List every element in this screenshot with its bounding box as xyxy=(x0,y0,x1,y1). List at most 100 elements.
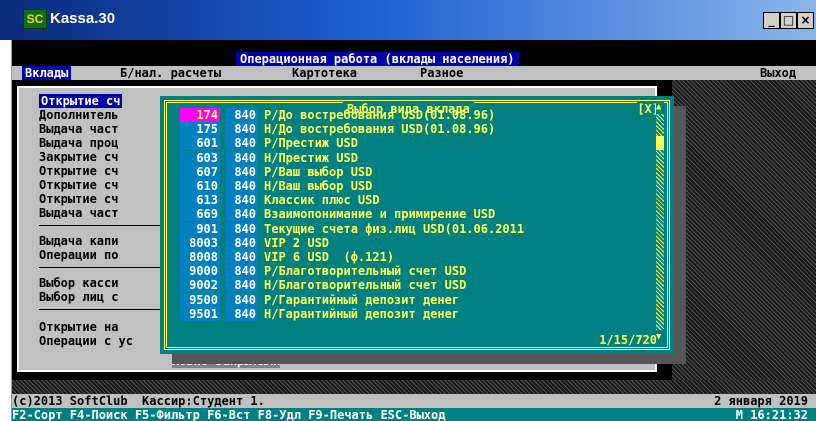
scroll-track[interactable] xyxy=(656,114,664,330)
currency-code: 840 xyxy=(226,108,258,122)
menu-item-close-account[interactable]: Закрытие сч xyxy=(39,150,118,164)
deposit-code: 610 xyxy=(180,179,220,193)
app-icon: SC xyxy=(23,9,47,29)
deposit-type-row[interactable]: 607 840 Р/Ваш выбор USD xyxy=(180,164,373,179)
window-left-edge xyxy=(0,40,12,421)
close-button[interactable]: × xyxy=(797,12,814,29)
menu-vklady[interactable]: Вклады xyxy=(22,66,72,80)
menu-item-additional[interactable]: Дополнитель xyxy=(39,108,118,122)
currency-code: 840 xyxy=(226,179,258,193)
deposit-name: Взаимопонимание и примирение USD xyxy=(264,207,496,222)
console-screen: Операционная работа (вклады населения) В… xyxy=(12,40,816,421)
deposit-code: 613 xyxy=(180,193,220,208)
dialog-scrollbar[interactable]: ▲ ▼ xyxy=(656,102,664,342)
deposit-code: 669 xyxy=(180,207,220,222)
menu-exit[interactable]: Выход xyxy=(760,66,796,80)
window-title: Kassa.30 xyxy=(50,10,116,27)
scroll-down-icon[interactable]: ▼ xyxy=(656,332,661,342)
menu-item-open-account-3[interactable]: Открытие сч xyxy=(39,178,118,192)
currency-code: 840 xyxy=(226,235,258,250)
scroll-up-icon[interactable]: ▲ xyxy=(656,102,661,112)
deposit-type-row[interactable]: 613 840 Классик плюс USD xyxy=(180,193,380,208)
menu-item-open-account[interactable]: Открытие сч xyxy=(39,94,123,108)
currency-code: 840 xyxy=(226,292,258,307)
deposit-name: Текущие счета физ.лиц USD(01.06.2011 xyxy=(264,221,525,236)
maximize-button[interactable]: □ xyxy=(780,12,797,29)
hotkey-bar: F2-Сорт F4-Поиск F5-Фильтр F6-Вст F8-Удл… xyxy=(12,408,816,421)
currency-code: 840 xyxy=(226,193,258,208)
menu-item-partial-withdraw[interactable]: Выдача част xyxy=(39,122,118,136)
currency-code: 840 xyxy=(226,278,258,293)
deposit-code: 601 xyxy=(180,136,220,151)
menu-item-partial-withdraw-2[interactable]: Выдача част xyxy=(39,206,118,220)
currency-code: 840 xyxy=(226,150,258,165)
deposit-type-row[interactable]: 175 840 Н/До востребования USD(01.08.96) xyxy=(180,122,496,137)
deposit-name: Р/До востребования USD(01.08.96) xyxy=(264,108,496,122)
deposit-type-row[interactable]: 901 840 Текущие счета физ.лиц USD(01.06.20… xyxy=(180,221,525,236)
deposit-code: 603 xyxy=(180,150,220,165)
menu-item-open-account-2[interactable]: Открытие сч xyxy=(39,164,118,178)
menu-item-open-on[interactable]: Открытие на xyxy=(39,320,118,334)
deposit-type-row[interactable]: 9000 840 Р/Благотворительный счет USD xyxy=(180,264,466,279)
deposit-name: Классик плюс USD xyxy=(264,193,380,208)
window-titlebar[interactable]: SC Kassa.30 _ □ × xyxy=(0,0,816,40)
menu-item-interest-withdraw[interactable]: Выдача проц xyxy=(39,136,118,150)
menu-item-open-account-4[interactable]: Открытие сч xyxy=(39,192,118,206)
status-bar: (c)2013 SoftClub Кассир:Студент 1. 2 янв… xyxy=(12,394,816,408)
deposit-code: 175 xyxy=(180,122,220,137)
copyright-cashier: (c)2013 SoftClub Кассир:Студент 1. xyxy=(12,394,265,408)
currency-code: 840 xyxy=(226,164,258,179)
deposit-name: VIP 6 USD (ф.121) xyxy=(264,250,395,264)
deposit-name: Н/До востребования USD(01.08.96) xyxy=(264,122,496,137)
record-counter: 1/15/720 xyxy=(597,333,659,347)
deposit-code: 9501 xyxy=(180,306,220,321)
deposit-code: 9002 xyxy=(180,278,220,293)
deposit-code: 8003 xyxy=(180,235,220,250)
currency-code: 840 xyxy=(226,221,258,236)
deposit-code: 8008 xyxy=(180,250,220,264)
deposit-type-row[interactable]: 8008 840 VIP 6 USD (ф.121) xyxy=(180,250,394,264)
screen-banner: Операционная работа (вклады населения) xyxy=(236,52,519,66)
menu-item-capital-withdraw[interactable]: Выдача капи xyxy=(39,234,118,248)
menu-kartoteka[interactable]: Картотека xyxy=(292,66,357,80)
deposit-type-row[interactable]: 603 840 Н/Престиж USD xyxy=(180,150,358,165)
deposit-code: 174 xyxy=(180,108,220,122)
minimize-button[interactable]: _ xyxy=(763,12,780,29)
current-date: 2 января 2019 xyxy=(714,394,808,408)
deposit-name: Н/Ваш выбор USD xyxy=(264,179,373,193)
deposit-type-row[interactable]: 669 840 Взаимопонимание и примирение USD xyxy=(180,207,496,222)
currency-code: 840 xyxy=(226,122,258,137)
deposit-code: 901 xyxy=(180,221,220,236)
deposit-code: 9500 xyxy=(180,292,220,307)
menu-raznoe[interactable]: Разное xyxy=(420,66,463,80)
deposit-name: VIP 2 USD xyxy=(264,235,330,250)
deposit-type-row[interactable]: 610 840 Н/Ваш выбор USD xyxy=(180,179,372,193)
currency-code: 840 xyxy=(226,136,258,151)
deposit-name: Р/Престиж USD xyxy=(264,136,358,151)
menubar: Вклады Б/нал. расчеты Картотека Разное В… xyxy=(12,66,816,80)
deposit-name: Н/Благотворительный счет USD xyxy=(264,278,467,293)
deposit-type-row[interactable]: 174 840 Р/До востребования USD(01.08.96) xyxy=(180,108,495,122)
currency-code: 840 xyxy=(226,207,258,222)
deposit-name: Р/Ваш выбор USD xyxy=(264,164,373,179)
hotkeys: F2-Сорт F4-Поиск F5-Фильтр F6-Вст F8-Удл… xyxy=(12,408,446,421)
scroll-thumb[interactable] xyxy=(656,136,664,150)
deposit-type-row[interactable]: 9501 840 Н/Гарантийный депозит денег xyxy=(180,306,460,321)
deposit-type-row[interactable]: 9500 840 Р/Гарантийный депозит денег xyxy=(180,292,460,307)
currency-code: 840 xyxy=(226,264,258,279)
deposit-name: Р/Гарантийный депозит денег xyxy=(264,292,460,307)
currency-code: 840 xyxy=(226,250,258,264)
menu-beznal[interactable]: Б/нал. расчеты xyxy=(120,66,221,80)
menu-item-operations[interactable]: Операции по xyxy=(39,248,118,262)
deposit-name: Н/Гарантийный депозит денег xyxy=(264,306,460,321)
menu-item-select-cashier[interactable]: Выбор касси xyxy=(39,276,118,290)
menu-item-select-persons[interactable]: Выбор лиц с xyxy=(39,290,118,304)
deposit-code: 9000 xyxy=(180,264,220,279)
deposit-type-row[interactable]: 601 840 Р/Престиж USD xyxy=(180,136,358,151)
menu-item-conditionally-closed[interactable]: Операции с ус xyxy=(39,334,133,348)
deposit-type-row[interactable]: 9002 840 Н/Благотворительный счет USD xyxy=(180,278,467,293)
deposit-type-row[interactable]: 8003 840 VIP 2 USD xyxy=(180,235,330,250)
current-time: M 16:21:32 xyxy=(735,408,808,421)
deposit-type-dialog: Выбор вида вклада [X] 1/15/720 174 840 Р/Д… xyxy=(160,96,674,354)
deposit-code: 607 xyxy=(180,164,220,179)
